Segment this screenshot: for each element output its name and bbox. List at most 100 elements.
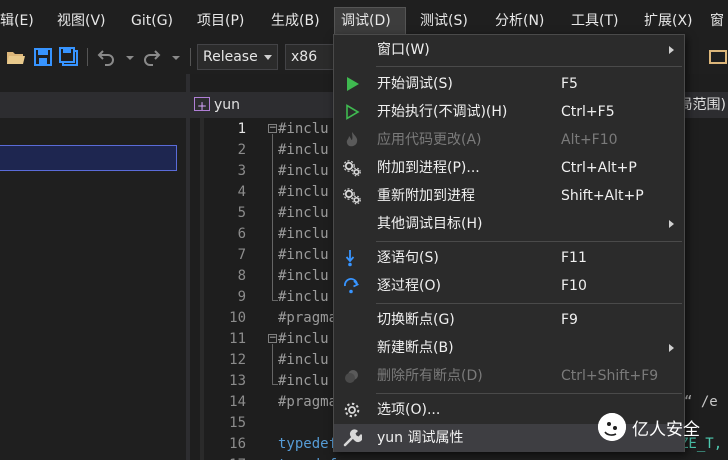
line-number: 6 [237, 226, 246, 242]
configuration-value: Release [203, 49, 258, 65]
save-all-icon[interactable] [59, 47, 79, 67]
line-number: 10 [229, 310, 246, 326]
pane-header [0, 92, 186, 118]
step-into-icon [345, 250, 355, 267]
open-folder-icon[interactable] [6, 47, 26, 67]
fold-guide [272, 344, 273, 384]
undo-icon[interactable] [96, 47, 116, 67]
step-over-icon [344, 278, 360, 294]
menu-item-reattach-to-process[interactable]: 重新附加到进程 Shift+Alt+P [334, 182, 684, 210]
code-line: #inclu [278, 226, 329, 242]
menu-item-label: 切换断点(G) [377, 312, 455, 328]
menu-item-other-debug-targets[interactable]: 其他调试目标(H) [334, 210, 684, 238]
menu-item-start-without-debugging[interactable]: 开始执行(不调试)(H) Ctrl+F5 [334, 98, 684, 126]
menu-item-shortcut: F11 [561, 250, 587, 266]
play-outline-icon [346, 104, 360, 120]
menu-item-toggle-breakpoint[interactable]: 切换断点(G) F9 [334, 306, 684, 334]
watermark: 亿人安全 [598, 412, 700, 442]
line-number: 9 [237, 289, 246, 305]
menu-item-step-over[interactable]: 逐过程(O) F10 [334, 272, 684, 300]
toolbar-overflow-icon[interactable] [708, 47, 728, 67]
menu-tools[interactable]: 工具(T) [565, 8, 624, 34]
fold-collapse-icon[interactable]: − [268, 124, 277, 133]
debug-menu-dropdown: 窗口(W) 开始调试(S) F5 开始执行(不调试)(H) Ctrl+F5 应用… [333, 34, 685, 452]
code-line: #inclu [278, 142, 329, 158]
menu-extensions[interactable]: 扩展(X) [638, 8, 699, 34]
undo-dropdown-icon[interactable] [120, 47, 140, 67]
menu-item-shortcut: Shift+Alt+P [561, 188, 644, 204]
menu-item-start-debugging[interactable]: 开始调试(S) F5 [334, 70, 684, 98]
menu-item-label: 窗口(W) [377, 42, 430, 58]
line-number: 12 [229, 352, 246, 368]
redo-dropdown-icon[interactable] [166, 47, 186, 67]
menu-build[interactable]: 生成(B) [265, 8, 326, 34]
menu-item-step-into[interactable]: 逐语句(S) F11 [334, 244, 684, 272]
menu-item-apply-code-changes[interactable]: 应用代码更改(A) Alt+F10 [334, 126, 684, 154]
menu-item-delete-all-breakpoints[interactable]: 删除所有断点(D) Ctrl+Shift+F9 [334, 362, 684, 390]
menu-item-shortcut: Ctrl+Alt+P [561, 160, 637, 176]
menu-item-shortcut: Alt+F10 [561, 132, 618, 148]
line-number: 5 [237, 205, 246, 221]
selected-tree-item[interactable] [0, 145, 177, 171]
configuration-dropdown[interactable]: Release [197, 44, 278, 70]
menu-item-label: 附加到进程(P)... [377, 160, 480, 176]
line-number: 17 [210, 455, 246, 460]
menu-item-shortcut: Ctrl+F5 [561, 104, 615, 120]
solution-explorer-pane [0, 74, 186, 460]
save-icon[interactable] [33, 47, 53, 67]
menu-edit[interactable]: 辑(E) [0, 8, 40, 34]
platform-dropdown[interactable]: x86 [285, 44, 335, 70]
menu-item-shortcut: Ctrl+Shift+F9 [561, 368, 659, 384]
menu-item-label: 逐语句(S) [377, 250, 439, 266]
code-line: #inclu [278, 268, 329, 284]
submenu-arrow-icon [669, 344, 674, 352]
platform-value: x86 [291, 49, 318, 65]
chevron-down-icon [264, 55, 272, 60]
menu-window[interactable]: 窗 [704, 8, 728, 34]
flame-icon [346, 132, 358, 147]
line-number: 3 [237, 163, 246, 179]
code-line: #inclu [278, 373, 329, 389]
menu-item-shortcut: F10 [561, 278, 587, 294]
menu-view[interactable]: 视图(V) [51, 8, 112, 34]
menu-item-label: 开始执行(不调试)(H) [377, 104, 508, 120]
menu-debug[interactable]: 调试(D) [334, 7, 406, 35]
tab-yun[interactable]: yun [190, 92, 241, 119]
menu-item-label: 重新附加到进程 [377, 188, 475, 204]
menu-item-label: 新建断点(B) [377, 340, 454, 356]
menu-item-window[interactable]: 窗口(W) [334, 36, 684, 64]
menu-analyze[interactable]: 分析(N) [489, 8, 550, 34]
menu-git[interactable]: Git(G) [125, 8, 179, 34]
menu-item-label: 应用代码更改(A) [377, 132, 482, 148]
line-number: 16 [229, 436, 246, 452]
line-number: 2 [237, 142, 246, 158]
settings-gear-icon [344, 402, 360, 418]
line-number: 4 [237, 184, 246, 200]
menu-separator [376, 66, 682, 67]
code-line: typedef [278, 436, 338, 452]
redo-icon[interactable] [142, 47, 162, 67]
menu-test[interactable]: 测试(S) [414, 8, 474, 34]
fold-collapse-icon[interactable]: − [268, 334, 277, 343]
menu-item-new-breakpoint[interactable]: 新建断点(B) [334, 334, 684, 362]
line-number: 7 [237, 247, 246, 263]
menu-item-attach-to-process[interactable]: 附加到进程(P)... Ctrl+Alt+P [334, 154, 684, 182]
toolbar-separator [87, 48, 88, 66]
wechat-logo-icon [598, 413, 626, 441]
delete-breakpoints-icon [345, 370, 358, 383]
code-line: #inclu [278, 352, 329, 368]
submenu-arrow-icon [669, 220, 674, 228]
cpp-project-icon [194, 93, 210, 119]
tab-label: yun [214, 97, 241, 113]
editor-margin [200, 118, 204, 460]
menu-item-label: 删除所有断点(D) [377, 368, 483, 384]
gears-icon [343, 188, 361, 205]
code-line: #inclu [278, 184, 329, 200]
menu-item-label: yun 调试属性 [377, 430, 464, 446]
menu-item-label: 开始调试(S) [377, 76, 453, 92]
line-number: 15 [229, 415, 246, 431]
play-filled-icon [347, 77, 359, 91]
code-line: #inclu [278, 205, 329, 221]
menu-project[interactable]: 项目(P) [191, 8, 250, 34]
menu-item-label: 选项(O)... [377, 402, 441, 418]
